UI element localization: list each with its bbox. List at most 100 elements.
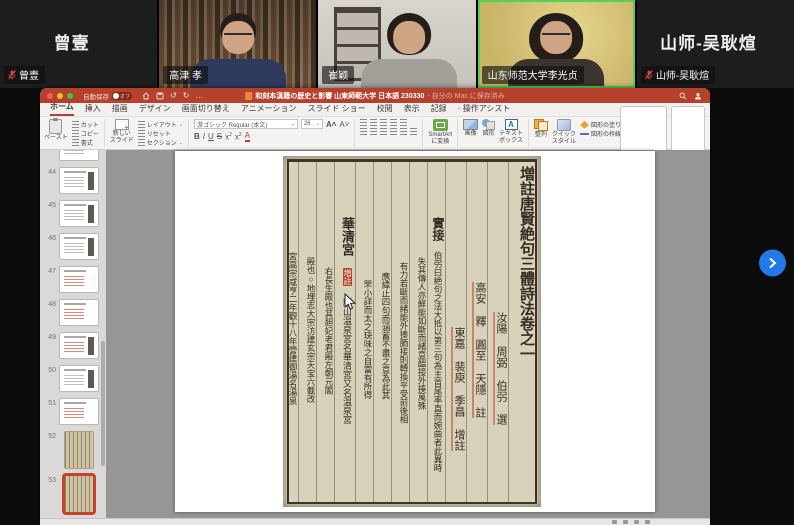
sidebar-scrollbar[interactable]: [101, 341, 105, 466]
slide-thumbnail[interactable]: [59, 299, 99, 326]
align-left-icon[interactable]: [360, 128, 367, 135]
text-direction-icon[interactable]: [410, 128, 417, 135]
normal-view-icon[interactable]: [612, 520, 617, 524]
status-bar: [40, 518, 710, 525]
slide-thumbnail[interactable]: [59, 167, 99, 194]
participant-tile[interactable]: 曾壹 曾壹: [0, 0, 157, 88]
ribbon-tab[interactable]: 操作アシスト: [458, 103, 511, 116]
reset-button[interactable]: リセット: [138, 129, 183, 138]
slide-thumbnail[interactable]: [59, 200, 99, 227]
superscript-button[interactable]: x2: [225, 131, 232, 142]
bullets-icon[interactable]: [360, 119, 367, 126]
section-button[interactable]: セクション⌄: [138, 138, 183, 147]
ribbon-tab[interactable]: ホーム: [50, 101, 74, 116]
insert-shapes-button[interactable]: 図形: [482, 119, 495, 138]
person-face: [394, 21, 426, 54]
zoom-window-button[interactable]: [67, 93, 73, 99]
participant-display-name: 山师-吴耿煊: [637, 29, 780, 54]
italic-button[interactable]: I: [203, 132, 205, 141]
slide-thumbnail[interactable]: [64, 475, 94, 513]
slideshow-icon[interactable]: [634, 520, 639, 524]
redo-icon[interactable]: ↻: [183, 92, 190, 100]
participant-tile[interactable]: 崔颖: [318, 0, 475, 88]
bold-button[interactable]: B: [194, 132, 200, 141]
save-status: - 自分の Mac に保存済み: [427, 91, 504, 101]
underline-button[interactable]: U: [208, 132, 214, 141]
next-participants-button[interactable]: [759, 249, 786, 276]
decrease-indent-icon[interactable]: [380, 119, 387, 126]
quick-styles-button[interactable]: クイック スタイル: [552, 119, 576, 145]
ribbon-tab[interactable]: 挿入: [85, 103, 101, 116]
home-icon[interactable]: [142, 92, 150, 100]
autosave-toggle[interactable]: 自動保存 オフ: [83, 91, 132, 101]
ribbon-tab[interactable]: スライド ショー: [307, 103, 365, 116]
ribbon-tab[interactable]: 表示: [404, 103, 420, 116]
slide-thumbnail-panel: 44 45 46: [40, 150, 106, 518]
columns-icon[interactable]: [400, 128, 407, 135]
line-spacing-icon[interactable]: [400, 119, 407, 126]
slides-small-buttons: レイアウト⌄ リセット セクション⌄: [138, 119, 183, 148]
ribbon-tab[interactable]: 記録: [431, 103, 447, 116]
ribbon-tab[interactable]: 画面切り替え: [182, 103, 230, 116]
section-label: セクション: [147, 138, 177, 147]
format-painter-button[interactable]: 書式: [72, 138, 99, 147]
insert-textbox-button[interactable]: A テキスト ボックス: [499, 119, 523, 144]
column-text: 罘小詳而太之玦味之自當有所得: [363, 280, 373, 399]
ribbon-tab[interactable]: アニメーション: [241, 103, 297, 116]
slide-thumbnail[interactable]: [59, 365, 99, 392]
slide-thumbnail[interactable]: [59, 332, 99, 359]
cut-button[interactable]: カット: [72, 120, 99, 129]
justify-icon[interactable]: [390, 128, 397, 135]
font-color-button[interactable]: A: [245, 131, 250, 142]
person-glasses: [224, 33, 252, 40]
slide-number: 52: [42, 431, 56, 440]
align-center-icon[interactable]: [370, 128, 377, 135]
save-icon[interactable]: [156, 92, 164, 100]
woodblock-book-scan[interactable]: 増註唐賢絶句三體詩法卷之一 汝陽 周弼 伯弜 選: [283, 156, 541, 507]
search-icon[interactable]: [679, 92, 687, 100]
minimize-window-button[interactable]: [57, 93, 63, 99]
zoom-control-icon[interactable]: [645, 520, 650, 524]
align-right-icon[interactable]: [380, 128, 387, 135]
slide-thumbnail[interactable]: [59, 266, 99, 293]
slide-thumbnail[interactable]: [59, 150, 99, 161]
participant-tile[interactable]: 山师-吴耿煊 山师-吴耿煊: [637, 0, 794, 88]
increase-indent-icon[interactable]: [390, 119, 397, 126]
slide-thumbnail[interactable]: [64, 431, 94, 469]
participant-tile[interactable]: 高津 孝: [159, 0, 316, 88]
grow-font-button[interactable]: A˄: [326, 120, 336, 129]
font-name-select[interactable]: 游ゴシック Regular (本文)⌄: [194, 119, 298, 129]
dropdown-caret-icon: ⌄: [316, 121, 320, 127]
numbering-icon[interactable]: [370, 119, 377, 126]
more-commands-icon[interactable]: …: [195, 92, 203, 100]
autosave-switch[interactable]: オフ: [112, 92, 132, 100]
slide-thumbnail[interactable]: [59, 398, 99, 425]
copy-button[interactable]: コピー: [72, 129, 99, 138]
convert-to-smartart-button[interactable]: SmartArt に変換: [428, 119, 452, 145]
subscript-button[interactable]: x2: [235, 131, 242, 142]
paragraph-group: [360, 119, 423, 147]
ribbon-tab[interactable]: デザイン: [139, 103, 171, 116]
insert-picture-button[interactable]: 画像: [463, 119, 478, 138]
close-window-button[interactable]: [47, 93, 53, 99]
account-icon[interactable]: [694, 92, 702, 100]
clipboard-small-buttons: カット コピー 書式: [72, 119, 99, 148]
layout-button[interactable]: レイアウト⌄: [138, 120, 183, 129]
new-slide-button[interactable]: 新しい スライド: [110, 119, 134, 144]
slide-thumbnail[interactable]: [59, 233, 99, 260]
ribbon-tab[interactable]: 描画: [112, 103, 128, 116]
undo-icon[interactable]: ↺: [170, 92, 177, 100]
font-size-value: 26: [304, 121, 311, 127]
ribbon-toolbar: ペースト カット コピー 書式 新しい スライド レイアウト⌄ リセット セクシ…: [40, 117, 710, 150]
annotation-mark: 増註: [343, 268, 352, 286]
strikethrough-button[interactable]: S: [217, 132, 222, 141]
arrange-button[interactable]: 整列: [534, 119, 548, 139]
slide-number: 45: [42, 200, 56, 209]
current-slide[interactable]: 増註唐賢絶句三體詩法卷之一 汝陽 周弼 伯弜 選: [175, 151, 655, 512]
paste-button[interactable]: ペースト: [44, 119, 68, 142]
ribbon-tab[interactable]: 校閲: [377, 103, 393, 116]
shrink-font-button[interactable]: A˅: [339, 120, 349, 129]
slide-sorter-icon[interactable]: [623, 520, 628, 524]
font-size-select[interactable]: 26 ⌄: [301, 119, 323, 129]
participant-tile[interactable]: 山东师范大学李光贞: [478, 0, 635, 88]
